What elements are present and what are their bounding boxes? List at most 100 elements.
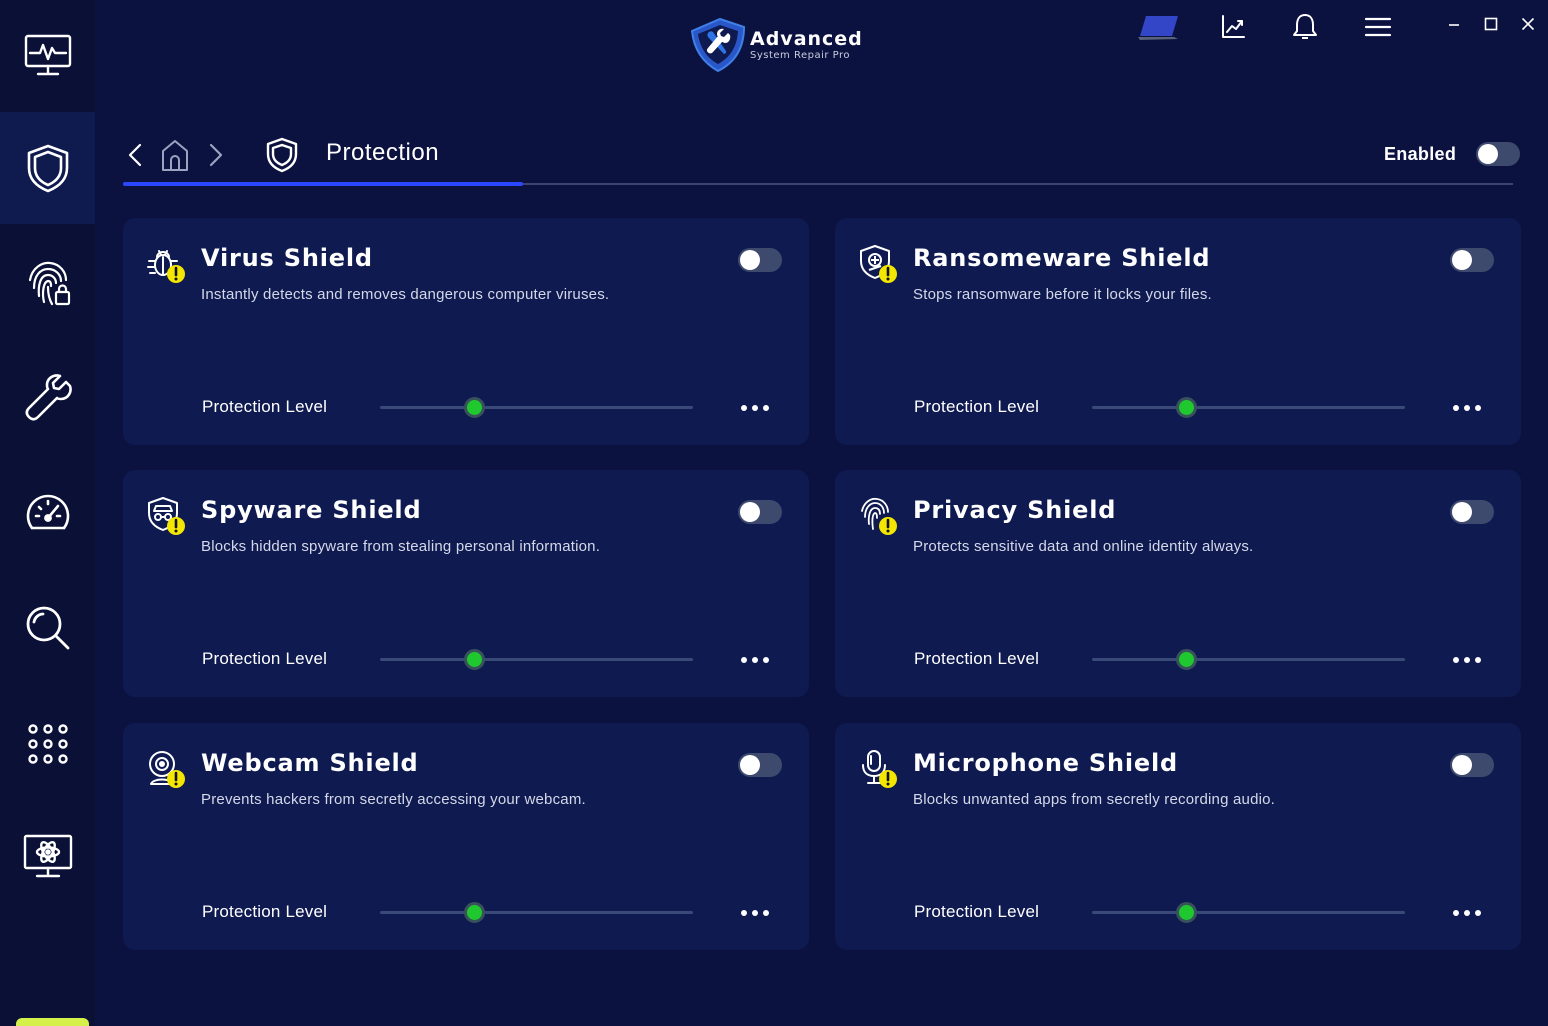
slider-handle[interactable]: [1175, 649, 1197, 670]
laptop-icon: [1138, 16, 1178, 40]
speedometer-icon: [26, 494, 69, 530]
sidebar-item-privacy[interactable]: [0, 228, 95, 340]
protection-level-label: Protection Level: [202, 649, 328, 668]
dot: [741, 405, 747, 411]
wrench-icon: [24, 374, 72, 421]
protection-level-slider[interactable]: [380, 649, 693, 670]
home-button[interactable]: [158, 136, 192, 174]
more-options-button[interactable]: [1449, 650, 1485, 670]
shield-title: Spyware Shield: [201, 496, 422, 524]
virus-bug-icon: [147, 250, 185, 283]
dot: [1453, 657, 1459, 663]
dot: [1464, 405, 1470, 411]
home-icon: [162, 140, 188, 171]
protection-level-slider[interactable]: [1092, 397, 1405, 418]
slider-handle[interactable]: [1175, 397, 1197, 418]
shield-description: Prevents hackers from secretly accessing…: [201, 791, 586, 808]
page-title: Protection: [326, 139, 440, 166]
protection-level-label: Protection Level: [914, 902, 1040, 921]
toggle-knob: [740, 250, 760, 270]
minimize-icon: [1449, 24, 1459, 26]
close-icon: [1521, 17, 1535, 31]
dot: [1464, 657, 1470, 663]
toggle-knob: [1452, 755, 1472, 775]
minimize-button[interactable]: [1439, 10, 1469, 38]
activity-monitor-icon: [24, 34, 71, 76]
notifications-button[interactable]: [1285, 8, 1325, 46]
protection-level-slider[interactable]: [1092, 649, 1405, 670]
master-enabled-toggle[interactable]: [1476, 142, 1520, 166]
slider-handle[interactable]: [463, 902, 485, 923]
dot: [752, 910, 758, 916]
dot: [1453, 405, 1459, 411]
dot: [763, 657, 769, 663]
slider-handle[interactable]: [463, 649, 485, 670]
dot: [741, 657, 747, 663]
forward-button[interactable]: [204, 136, 228, 174]
dot: [741, 910, 747, 916]
privacy-shield-toggle[interactable]: [1450, 500, 1494, 524]
app-title: Advanced: [750, 27, 863, 50]
spyware-shield-toggle[interactable]: [738, 500, 782, 524]
maximize-icon: [1484, 17, 1498, 31]
more-options-button[interactable]: [737, 903, 773, 923]
virus-shield-card: Virus Shield Instantly detects and remov…: [123, 218, 809, 445]
sidebar-item-tools[interactable]: [0, 342, 95, 454]
shield-description: Instantly detects and removes dangerous …: [201, 286, 610, 303]
more-options-button[interactable]: [1449, 903, 1485, 923]
microphone-icon: [862, 750, 897, 788]
microphone-shield-toggle[interactable]: [1450, 753, 1494, 777]
shield-description: Blocks hidden spyware from stealing pers…: [201, 538, 601, 555]
sidebar-bottom-tab[interactable]: [16, 1018, 89, 1026]
more-options-button[interactable]: [737, 398, 773, 418]
protection-level-label: Protection Level: [202, 397, 328, 416]
dot: [1475, 657, 1481, 663]
close-button[interactable]: [1513, 10, 1543, 38]
dot: [752, 657, 758, 663]
sidebar-item-speed[interactable]: [0, 458, 95, 570]
toggle-knob: [1452, 250, 1472, 270]
stats-button[interactable]: [1213, 8, 1253, 46]
sidebar-item-advanced[interactable]: [0, 802, 95, 914]
dot: [1453, 910, 1459, 916]
maximize-button[interactable]: [1476, 10, 1506, 38]
shield-icon: [266, 137, 298, 173]
protection-level-slider[interactable]: [380, 397, 693, 418]
protection-level-slider[interactable]: [1092, 902, 1405, 923]
menu-icon: [1364, 17, 1392, 37]
sidebar-item-activity[interactable]: [0, 0, 95, 112]
webcam-icon: [145, 748, 187, 790]
protection-level-label: Protection Level: [914, 397, 1040, 416]
search-icon: [26, 606, 69, 650]
dot: [763, 910, 769, 916]
header-progress-indicator: [123, 182, 523, 186]
fingerprint-lock-icon: [28, 261, 70, 306]
ransomeware-shield-toggle[interactable]: [1450, 248, 1494, 272]
toggle-knob: [1452, 502, 1472, 522]
spyware-shield-icon: [148, 497, 185, 535]
dot: [752, 405, 758, 411]
virus-shield-toggle[interactable]: [738, 248, 782, 272]
more-options-button[interactable]: [737, 650, 773, 670]
slider-handle[interactable]: [1175, 902, 1197, 923]
menu-button[interactable]: [1358, 8, 1398, 46]
more-options-button[interactable]: [1449, 398, 1485, 418]
spyware-shield-card: Spyware Shield Blocks hidden spyware fro…: [123, 470, 809, 697]
spyware-shield-icon: [145, 495, 187, 537]
toggle-knob: [740, 502, 760, 522]
protection-level-slider[interactable]: [380, 902, 693, 923]
microphone-icon: [857, 748, 899, 790]
webcam-shield-toggle[interactable]: [738, 753, 782, 777]
device-button[interactable]: [1136, 8, 1184, 46]
webcam-icon: [149, 751, 185, 788]
sidebar-item-protection[interactable]: [0, 112, 95, 224]
microphone-shield-card: Microphone Shield Blocks unwanted apps f…: [835, 723, 1521, 950]
dot: [763, 405, 769, 411]
sidebar-item-scan[interactable]: [0, 572, 95, 684]
app-subtitle: System Repair Pro: [750, 49, 851, 61]
app-logo: Advanced System Repair Pro: [686, 14, 886, 74]
slider-handle[interactable]: [463, 397, 485, 418]
back-button[interactable]: [123, 136, 147, 174]
sidebar-item-apps[interactable]: [0, 688, 95, 800]
shield-description: Blocks unwanted apps from secretly recor…: [913, 791, 1276, 808]
